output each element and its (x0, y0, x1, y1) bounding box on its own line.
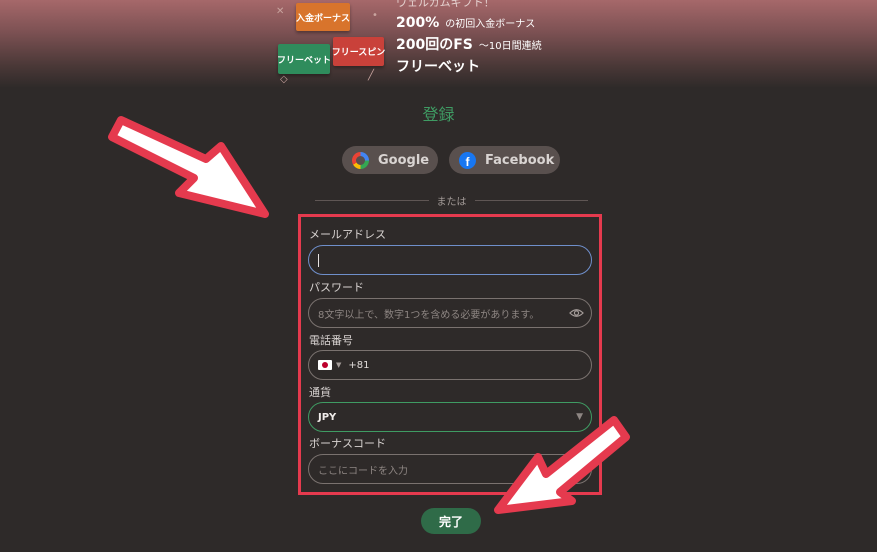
password-placeholder: 8文字以上で、数字1つを含める必要があります。 (318, 309, 540, 321)
promo-freespins-count: 200回のFS (396, 37, 473, 53)
phone-label: 電話番号 (309, 334, 353, 347)
promo-deposit-desc: の初回入金ボーナス (445, 19, 536, 30)
welcome-gift-heading: ウェルカムギフト！ (396, 0, 495, 9)
deposit-bonus-badge: 入金ボーナス (296, 3, 350, 31)
red-pointer-arrow-icon (108, 116, 269, 218)
promo-deposit-percent: 200% (396, 15, 440, 31)
free-spin-badge: フリースピン (332, 37, 385, 66)
promo-line-freespins: 200回のFS ～10日間連続 (396, 34, 542, 54)
gift-graphic: ✕ • ◇ ╱ 入金ボーナス フリーベット フリースピン (272, 0, 388, 86)
facebook-logo-icon: f (459, 151, 476, 169)
bonus-code-field[interactable]: ここにコードを入力 (308, 454, 592, 484)
submit-button[interactable]: 完了 (421, 508, 481, 534)
bonus-code-label: ボーナスコード (309, 437, 386, 450)
divider-line-right (474, 199, 588, 201)
phone-country-code: +81 (348, 359, 370, 371)
currency-value: JPY (318, 411, 337, 423)
divider-text: または (436, 196, 467, 208)
eye-icon[interactable] (569, 307, 584, 319)
promo-line-deposit: 200% の初回入金ボーナス (396, 12, 535, 31)
email-field[interactable] (308, 245, 592, 275)
google-logo-icon (352, 151, 369, 169)
decor-dot: • (372, 10, 378, 21)
decor-diamond: ◇ (280, 74, 288, 85)
register-title: 登録 (422, 105, 455, 124)
divider-line-left (315, 199, 429, 201)
promo-line-freebet: フリーベット (396, 56, 480, 76)
facebook-button-label: Facebook (485, 152, 555, 168)
currency-select[interactable]: JPY ▼ (308, 402, 592, 432)
promo-freespins-desc: ～10日間連続 (478, 41, 542, 52)
bonus-code-placeholder: ここにコードを入力 (318, 465, 408, 477)
promo-banner: ✕ • ◇ ╱ 入金ボーナス フリーベット フリースピン ウェルカムギフト！ 2… (0, 0, 877, 88)
password-label: パスワード (309, 281, 364, 294)
caret-down-icon: ▼ (576, 412, 583, 422)
japan-flag-icon[interactable] (318, 360, 332, 370)
password-field[interactable]: 8文字以上で、数字1つを含める必要があります。 (308, 298, 592, 328)
or-divider: または (315, 193, 588, 208)
caret-down-icon[interactable]: ▼ (336, 361, 341, 369)
google-button-label: Google (378, 152, 430, 168)
decor-line: ╱ (368, 70, 375, 81)
decor-cross: ✕ (276, 6, 285, 17)
promo-freebet: フリーベット (396, 59, 480, 75)
currency-label: 通貨 (309, 386, 331, 399)
text-caret (318, 253, 319, 267)
free-bet-badge: フリーベット (277, 44, 331, 74)
facebook-login-button[interactable]: f Facebook (449, 146, 560, 174)
email-label: メールアドレス (309, 228, 386, 241)
phone-field[interactable]: ▼ +81 (308, 350, 592, 380)
google-login-button[interactable]: Google (342, 146, 438, 174)
